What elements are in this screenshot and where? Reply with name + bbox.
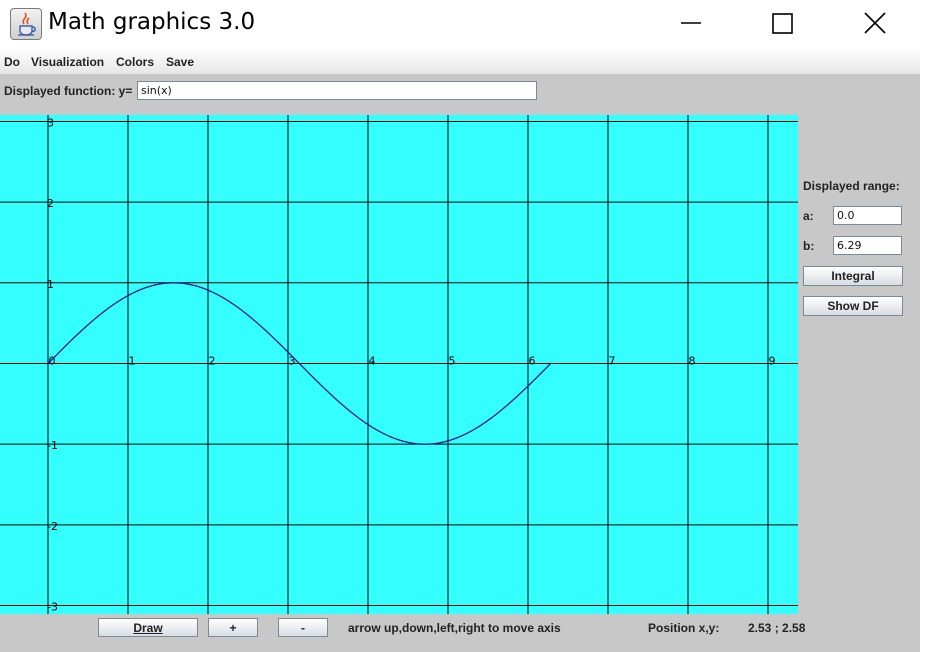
zoom-out-button[interactable]: - bbox=[278, 618, 328, 637]
range-a-input[interactable] bbox=[833, 206, 902, 225]
range-b-input[interactable] bbox=[833, 236, 902, 255]
maximize-icon bbox=[772, 13, 793, 34]
draw-button[interactable]: Draw bbox=[98, 618, 198, 637]
x-tick-label: 4 bbox=[369, 354, 376, 367]
menu-bar: Do Visualization Colors Save bbox=[0, 48, 920, 74]
x-tick-label: 5 bbox=[449, 354, 456, 367]
menu-visualization[interactable]: Visualization bbox=[31, 55, 104, 69]
y-tick-label: -2 bbox=[47, 520, 58, 533]
x-tick-label: 9 bbox=[769, 354, 776, 367]
window-edge bbox=[920, 0, 925, 652]
menu-colors[interactable]: Colors bbox=[116, 55, 154, 69]
close-icon bbox=[864, 12, 886, 34]
menu-save[interactable]: Save bbox=[166, 55, 194, 69]
x-tick-label: 7 bbox=[609, 354, 616, 367]
close-button[interactable] bbox=[852, 0, 898, 48]
zoom-in-button[interactable]: + bbox=[208, 618, 258, 637]
y-tick-label: -1 bbox=[47, 439, 58, 452]
x-tick-label: 6 bbox=[529, 354, 536, 367]
y-tick-label: -3 bbox=[47, 601, 58, 614]
position-value: 2.53 ; 2.58 bbox=[748, 621, 806, 635]
integral-button[interactable]: Integral bbox=[803, 266, 903, 286]
show-df-button[interactable]: Show DF bbox=[803, 296, 903, 316]
move-axis-hint: arrow up,down,left,right to move axis bbox=[348, 621, 561, 635]
window-title: Math graphics 3.0 bbox=[48, 9, 256, 35]
range-b-label: b: bbox=[803, 239, 815, 253]
function-plot[interactable]: 0 1 2 3 4 5 6 7 8 9321-1-2-3 bbox=[0, 115, 798, 614]
plot-background bbox=[0, 115, 798, 614]
y-tick-label: 2 bbox=[47, 197, 54, 210]
maximize-button[interactable] bbox=[760, 0, 806, 48]
x-tick-label: 2 bbox=[209, 354, 216, 367]
y-tick-label: 3 bbox=[47, 116, 54, 129]
java-app-icon bbox=[10, 8, 42, 40]
title-bar[interactable]: Math graphics 3.0 bbox=[0, 0, 920, 48]
y-tick-label: 1 bbox=[47, 278, 54, 291]
draw-button-label: Draw bbox=[133, 620, 163, 635]
menu-do[interactable]: Do bbox=[4, 55, 20, 69]
x-tick-label: 1 bbox=[129, 354, 136, 367]
app-window: Math graphics 3.0 Do Visualization Color… bbox=[0, 0, 920, 652]
minimize-icon bbox=[681, 22, 701, 24]
range-a-label: a: bbox=[803, 209, 814, 223]
minimize-button[interactable] bbox=[668, 0, 714, 48]
function-input[interactable] bbox=[137, 81, 537, 100]
displayed-range-label: Displayed range: bbox=[803, 179, 900, 193]
position-label: Position x,y: bbox=[648, 621, 720, 635]
x-tick-label: 8 bbox=[689, 354, 696, 367]
function-label: Displayed function: y= bbox=[4, 84, 133, 98]
